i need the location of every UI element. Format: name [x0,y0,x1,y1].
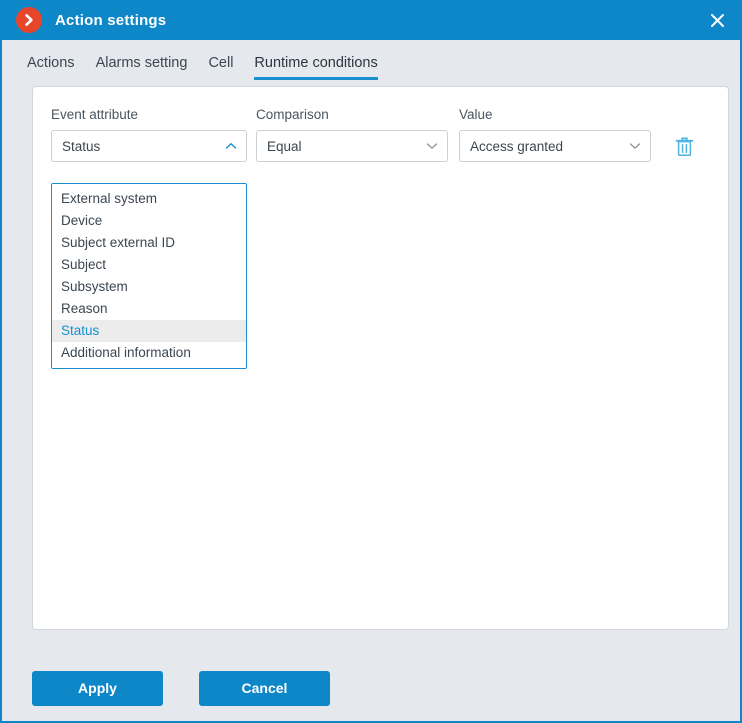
runtime-conditions-panel: Event attribute Status Comparison Equal [32,86,729,630]
tab-alarms-setting[interactable]: Alarms setting [96,55,188,80]
tab-actions[interactable]: Actions [27,55,75,80]
dropdown-option-reason[interactable]: Reason [52,298,246,320]
event-attribute-dropdown-list[interactable]: External system Device Subject external … [51,183,247,369]
value-select[interactable]: Access granted [459,130,651,162]
chevron-down-icon [629,142,641,150]
chevron-right-circle-icon [16,7,42,33]
cancel-button[interactable]: Cancel [199,670,330,706]
dropdown-option-external-system[interactable]: External system [52,188,246,210]
comparison-field: Comparison Equal [256,107,448,162]
title-bar: Action settings [2,0,740,40]
tab-runtime-conditions[interactable]: Runtime conditions [254,55,379,80]
trash-icon [675,136,694,157]
delete-condition-button[interactable] [669,130,699,162]
dropdown-option-status[interactable]: Status [52,320,246,342]
apply-button[interactable]: Apply [32,670,163,706]
value-value: Access granted [470,138,564,154]
value-label: Value [459,107,493,122]
dropdown-option-subject[interactable]: Subject [52,254,246,276]
dropdown-option-subsystem[interactable]: Subsystem [52,276,246,298]
comparison-value: Equal [267,138,302,154]
event-attribute-field: Event attribute Status [51,107,247,162]
dropdown-option-subject-external-id[interactable]: Subject external ID [52,232,246,254]
chevron-down-icon [426,142,438,150]
event-attribute-select[interactable]: Status [51,130,247,162]
content-area: Event attribute Status Comparison Equal [2,80,740,655]
chevron-up-icon [225,142,237,150]
dropdown-option-additional-information[interactable]: Additional information [52,342,246,364]
tab-bar: Actions Alarms setting Cell Runtime cond… [2,40,740,80]
condition-row: Event attribute Status Comparison Equal [51,107,699,162]
comparison-select[interactable]: Equal [256,130,448,162]
window-title: Action settings [55,11,167,29]
value-field: Value Access granted [459,107,651,162]
dropdown-option-device[interactable]: Device [52,210,246,232]
tab-cell[interactable]: Cell [208,55,233,80]
dialog-footer: Apply Cancel [2,655,740,721]
event-attribute-value: Status [62,138,101,154]
close-icon[interactable] [694,0,740,40]
comparison-label: Comparison [256,107,329,122]
action-settings-dialog: Action settings Actions Alarms setting C… [0,0,742,723]
event-attribute-label: Event attribute [51,107,139,122]
